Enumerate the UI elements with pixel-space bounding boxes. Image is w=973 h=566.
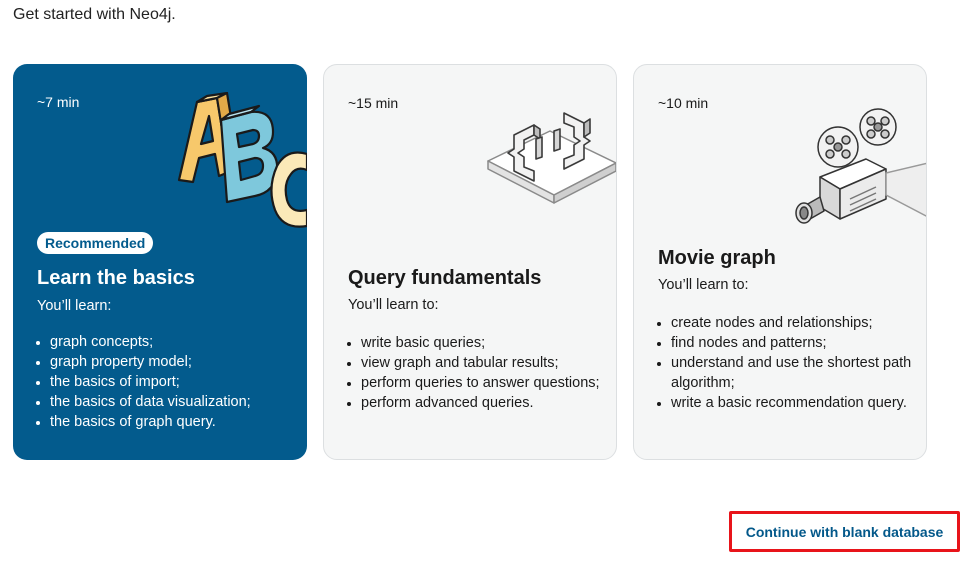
continue-blank-database-button[interactable]: Continue with blank database [729, 511, 960, 552]
curly-braces-icon [487, 112, 616, 204]
list-item: the basics of import; [50, 372, 300, 392]
card-movie-graph[interactable]: ~10 min Movie graph You’ll learn to: • c… [633, 64, 927, 460]
card-title: Query fundamentals [348, 267, 542, 289]
intro-text: Get started with Neo4j. [13, 6, 176, 23]
card-subtitle: You’ll learn to: [348, 297, 439, 313]
card-subtitle: You’ll learn to: [658, 277, 749, 293]
list-item: understand and use the shortest path alg… [671, 353, 921, 393]
abc-blocks-icon [177, 92, 307, 228]
list-item: view graph and tabular results; [361, 353, 611, 373]
card-duration: ~10 min [658, 95, 709, 111]
learn-list: create nodes and relationships; find nod… [658, 313, 921, 413]
learn-list: graph concepts; graph property model; th… [37, 332, 300, 432]
learn-list: write basic queries; view graph and tabu… [348, 333, 611, 413]
card-learn-the-basics[interactable]: ~7 min Recommended Learn the basics You’… [13, 64, 307, 460]
list-item: write basic queries; [361, 333, 611, 353]
list-item: the basics of graph query. [50, 412, 300, 432]
card-duration: ~15 min [348, 95, 399, 111]
list-item: find nodes and patterns; [671, 333, 921, 353]
card-duration: ~7 min [37, 94, 80, 110]
list-item: graph property model; [50, 352, 300, 372]
list-item: the basics of data visualization; [50, 392, 300, 412]
card-title: Learn the basics [37, 267, 195, 289]
card-query-fundamentals[interactable]: ~15 min Query fundamentals You’ll learn … [323, 64, 617, 460]
list-item: perform advanced queries. [361, 393, 611, 413]
card-title: Movie graph [658, 247, 776, 269]
list-item: perform queries to answer questions; [361, 373, 611, 393]
list-item: create nodes and relationships; [671, 313, 921, 333]
recommended-badge: Recommended [37, 232, 154, 254]
list-item: write a basic recommendation query. [671, 393, 921, 413]
card-subtitle: You’ll learn: [37, 298, 112, 314]
list-item: graph concepts; [50, 332, 300, 352]
film-projector-icon [795, 108, 926, 224]
